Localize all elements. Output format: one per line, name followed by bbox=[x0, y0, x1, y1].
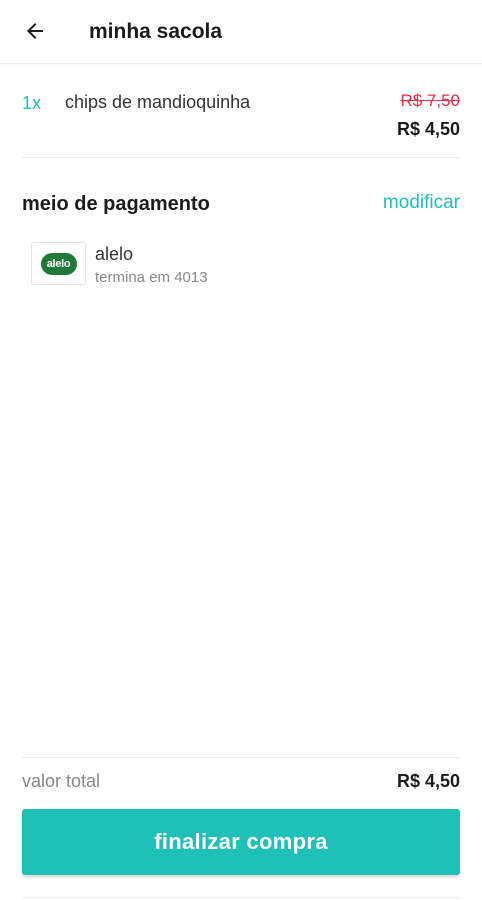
alelo-card-logo: alelo bbox=[31, 242, 86, 285]
page-title: minha sacola bbox=[89, 20, 223, 43]
payment-section-title: meio de pagamento bbox=[22, 193, 210, 215]
total-value: R$ 4,50 bbox=[396, 771, 460, 791]
arrow-left-icon bbox=[27, 23, 43, 39]
payment-card-name: alelo bbox=[95, 244, 134, 264]
bottom-divider bbox=[22, 897, 460, 898]
item-quantity: 1x bbox=[22, 93, 42, 113]
checkout-screen: minha sacola 1x chips de mandioquinha R$… bbox=[0, 0, 482, 900]
item-name: chips de mandioquinha bbox=[65, 92, 251, 112]
modify-payment-link[interactable]: modificar bbox=[383, 191, 460, 215]
back-button[interactable] bbox=[18, 14, 52, 48]
item-original-price: R$ 7,50 bbox=[400, 91, 460, 110]
total-label: valor total bbox=[22, 771, 101, 791]
alelo-logo-mark: alelo bbox=[40, 252, 77, 275]
cart-item: 1x chips de mandioquinha R$ 7,50 R$ 4,50 bbox=[22, 82, 460, 158]
checkout-button[interactable]: finalizar compra bbox=[22, 809, 460, 875]
app-header: minha sacola bbox=[0, 0, 482, 64]
item-price: R$ 4,50 bbox=[396, 119, 460, 139]
payment-card-detail: termina em 4013 bbox=[95, 269, 208, 286]
footer-divider bbox=[22, 757, 460, 758]
